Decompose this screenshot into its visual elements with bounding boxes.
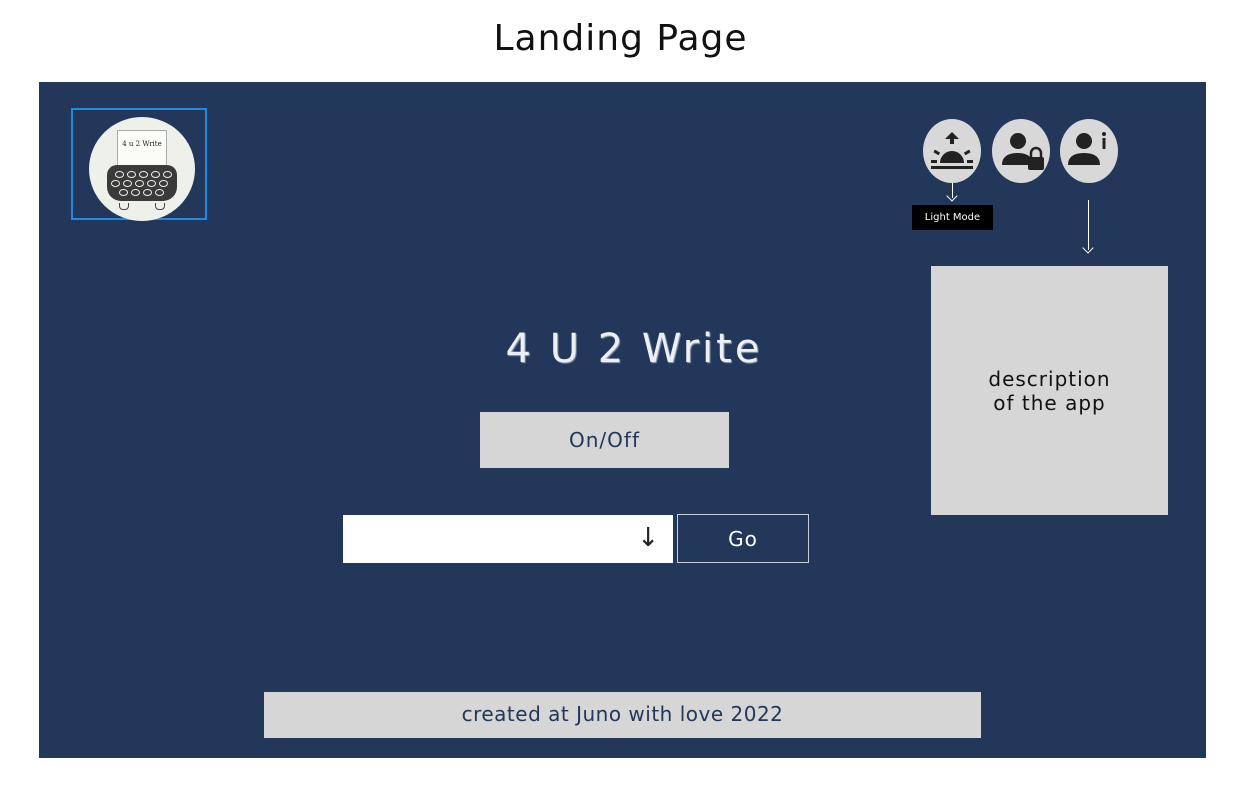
dropdown-select[interactable]: ↓	[343, 515, 673, 563]
go-button[interactable]: Go	[677, 514, 809, 563]
sun-icon[interactable]	[923, 119, 981, 183]
arrow-down-icon: ↓	[637, 523, 659, 553]
logo-image: 4 u 2 Write	[89, 117, 195, 221]
landing-frame: 4 u 2 Write Light Mode description of th…	[39, 82, 1206, 758]
on-off-button[interactable]: On/Off	[480, 412, 729, 468]
logo-text: 4 u 2 Write	[122, 140, 162, 148]
light-mode-tooltip: Light Mode	[912, 205, 993, 230]
app-title: 4 U 2 Write	[505, 326, 763, 372]
app-description: description of the app	[931, 266, 1168, 515]
sun-arrow	[952, 183, 953, 198]
page-title: Landing Page	[493, 18, 748, 59]
logo[interactable]: 4 u 2 Write	[71, 108, 207, 221]
user-lock-icon[interactable]	[992, 119, 1050, 183]
typewriter-icon	[107, 165, 177, 201]
logo-paper: 4 u 2 Write	[117, 130, 167, 166]
user-info-icon[interactable]	[1060, 119, 1118, 183]
info-arrow	[1088, 200, 1089, 250]
footer: created at Juno with love 2022	[264, 692, 981, 738]
